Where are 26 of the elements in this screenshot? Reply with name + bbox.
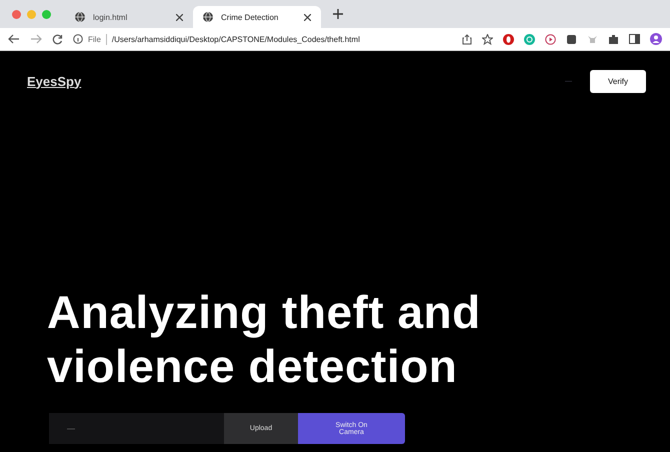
extension-icon[interactable] xyxy=(566,34,577,44)
close-tab-icon[interactable] xyxy=(304,14,311,20)
share-icon[interactable] xyxy=(462,34,472,44)
globe-icon xyxy=(203,12,213,22)
close-window-icon[interactable] xyxy=(12,10,21,18)
site-logo[interactable]: EyesSpy xyxy=(27,74,82,88)
extension-icon[interactable] xyxy=(503,34,514,44)
play-icon[interactable] xyxy=(545,34,556,44)
sidebar-icon[interactable] xyxy=(629,34,640,44)
reload-icon[interactable] xyxy=(52,34,63,44)
close-tab-icon[interactable] xyxy=(176,14,183,20)
tab-title: login.html xyxy=(93,12,128,22)
browser-tab[interactable]: login.html xyxy=(65,6,193,28)
browser-tab[interactable]: Crime Detection xyxy=(193,6,321,28)
info-icon[interactable] xyxy=(73,34,83,44)
url-scheme: File xyxy=(88,34,101,44)
verify-button[interactable]: Verify xyxy=(590,70,646,92)
star-icon[interactable] xyxy=(482,34,493,44)
tab-title: Crime Detection xyxy=(221,12,280,22)
back-icon[interactable] xyxy=(8,34,20,44)
profile-avatar-icon[interactable] xyxy=(650,33,662,45)
headline: Analyzing theft and violence detection xyxy=(47,285,482,393)
url-field[interactable]: /Users/arhamsiddiqui/Desktop/CAPSTONE/Modules_Codes/theft.html xyxy=(112,34,360,44)
input-field[interactable]: — xyxy=(49,413,224,444)
globe-icon xyxy=(75,12,85,22)
new-tab-button[interactable] xyxy=(333,9,343,19)
